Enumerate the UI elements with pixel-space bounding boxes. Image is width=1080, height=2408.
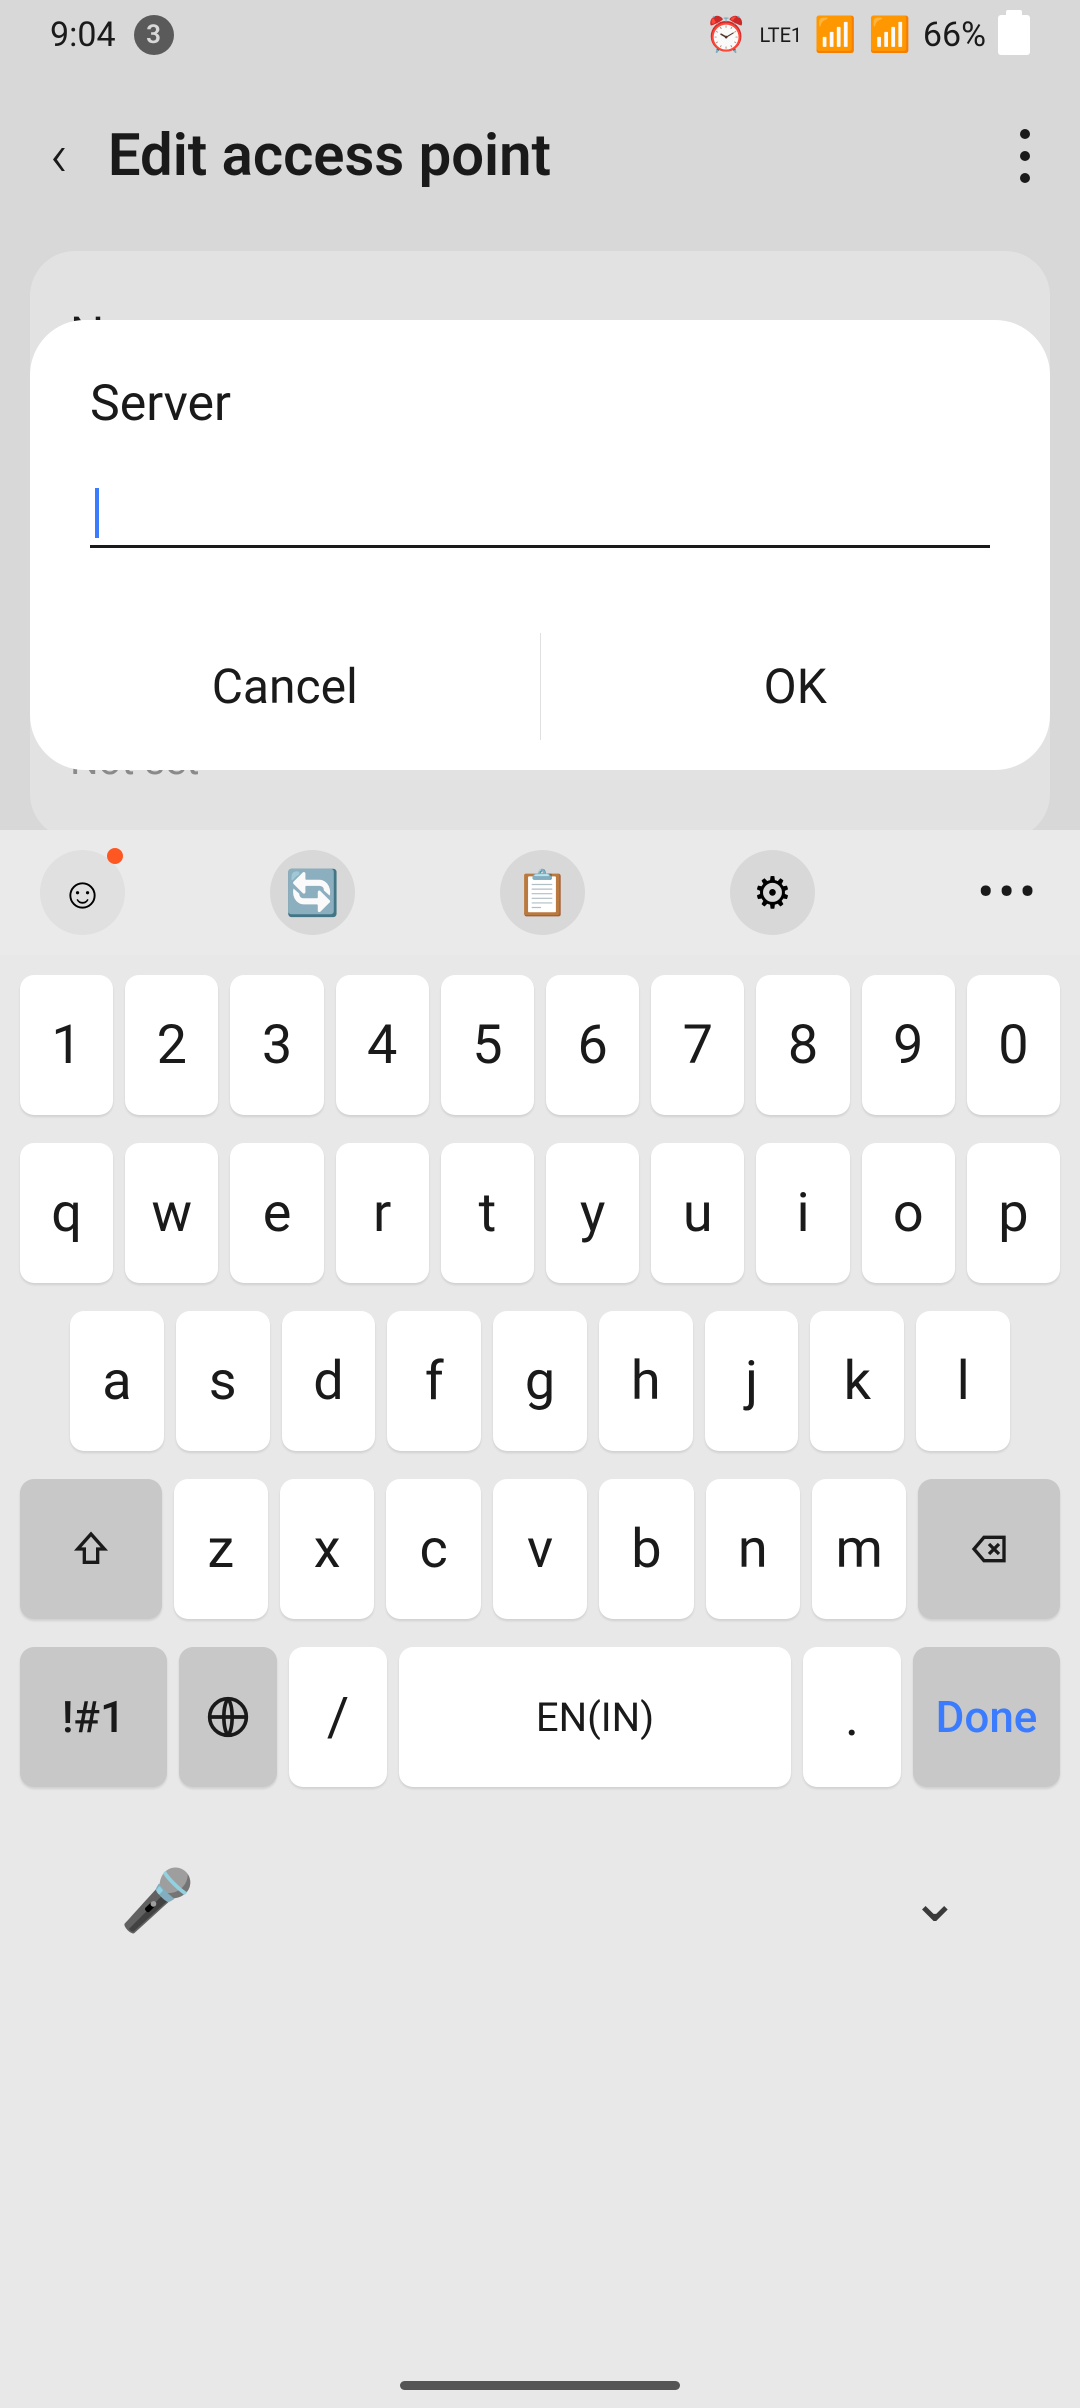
key-t[interactable]: t [441,1143,534,1283]
key-h[interactable]: h [599,1311,693,1451]
key-j[interactable]: j [705,1311,799,1451]
clipboard-icon[interactable]: 📋 [500,850,585,935]
key-i[interactable]: i [756,1143,849,1283]
keyboard-more-icon[interactable]: ••• [977,864,1040,922]
key-q[interactable]: q [20,1143,113,1283]
globe-icon [206,1695,250,1739]
key-4[interactable]: 4 [336,975,429,1115]
kb-row-bottom: !#1 / EN(IN) . Done [20,1647,1060,1787]
symbols-key[interactable]: !#1 [20,1647,167,1787]
key-l[interactable]: l [916,1311,1010,1451]
key-v[interactable]: v [493,1479,587,1619]
kb-row-numbers: 1 2 3 4 5 6 7 8 9 0 [20,975,1060,1115]
dialog-input-wrap [30,463,1050,598]
keyboard: ☺ 🔄 📋 ⚙ ••• 1 2 3 4 5 6 7 8 9 0 q w e [0,830,1080,2408]
key-5[interactable]: 5 [441,975,534,1115]
nav-pill[interactable] [400,2381,680,2390]
key-6[interactable]: 6 [546,975,639,1115]
dialog-title: Server [30,375,1050,433]
shift-key[interactable] [20,1479,162,1619]
kb-row-z: z x c v b n m [20,1479,1060,1619]
key-f[interactable]: f [387,1311,481,1451]
emoji-icon[interactable]: ☺ [40,850,125,935]
kb-row-q: q w e r t y u i o p [20,1143,1060,1283]
key-g[interactable]: g [493,1311,587,1451]
key-1[interactable]: 1 [20,975,113,1115]
key-d[interactable]: d [282,1311,376,1451]
key-m[interactable]: m [812,1479,906,1619]
language-key[interactable] [179,1647,277,1787]
key-2[interactable]: 2 [125,975,218,1115]
key-b[interactable]: b [599,1479,693,1619]
key-c[interactable]: c [386,1479,480,1619]
key-k[interactable]: k [810,1311,904,1451]
dialog-buttons: Cancel OK [30,633,1050,740]
key-z[interactable]: z [174,1479,268,1619]
key-s[interactable]: s [176,1311,270,1451]
key-y[interactable]: y [546,1143,639,1283]
key-7[interactable]: 7 [651,975,744,1115]
key-e[interactable]: e [230,1143,323,1283]
backspace-key[interactable] [918,1479,1060,1619]
key-r[interactable]: r [336,1143,429,1283]
keyboard-keys: 1 2 3 4 5 6 7 8 9 0 q w e r t y u i o [0,955,1080,1835]
key-0[interactable]: 0 [967,975,1060,1115]
mic-icon[interactable]: 🎤 [120,1865,195,1936]
text-cursor [95,488,99,538]
key-u[interactable]: u [651,1143,744,1283]
key-9[interactable]: 9 [862,975,955,1115]
done-key[interactable]: Done [913,1647,1060,1787]
key-p[interactable]: p [967,1143,1060,1283]
kb-row-a: a s d f g h j k l [20,1311,1060,1451]
shift-icon [71,1529,111,1569]
dialog-overlay: Server Cancel OK ☺ 🔄 📋 ⚙ ••• 1 2 3 4 5 6 [0,0,1080,2408]
keyboard-toolbar: ☺ 🔄 📋 ⚙ ••• [0,830,1080,955]
cancel-button[interactable]: Cancel [30,633,541,740]
server-input[interactable] [90,463,990,548]
server-dialog: Server Cancel OK [30,320,1050,770]
slash-key[interactable]: / [289,1647,387,1787]
key-x[interactable]: x [280,1479,374,1619]
key-3[interactable]: 3 [230,975,323,1115]
backspace-icon [964,1529,1014,1569]
space-key[interactable]: EN(IN) [399,1647,791,1787]
translate-icon[interactable]: 🔄 [270,850,355,935]
key-n[interactable]: n [706,1479,800,1619]
gear-icon[interactable]: ⚙ [730,850,815,935]
key-w[interactable]: w [125,1143,218,1283]
key-a[interactable]: a [70,1311,164,1451]
ok-button[interactable]: OK [541,633,1051,740]
keyboard-bottom-bar: 🎤 ⌄ [0,1835,1080,1946]
period-key[interactable]: . [803,1647,901,1787]
key-8[interactable]: 8 [756,975,849,1115]
chevron-down-icon[interactable]: ⌄ [910,1865,960,1936]
key-o[interactable]: o [862,1143,955,1283]
